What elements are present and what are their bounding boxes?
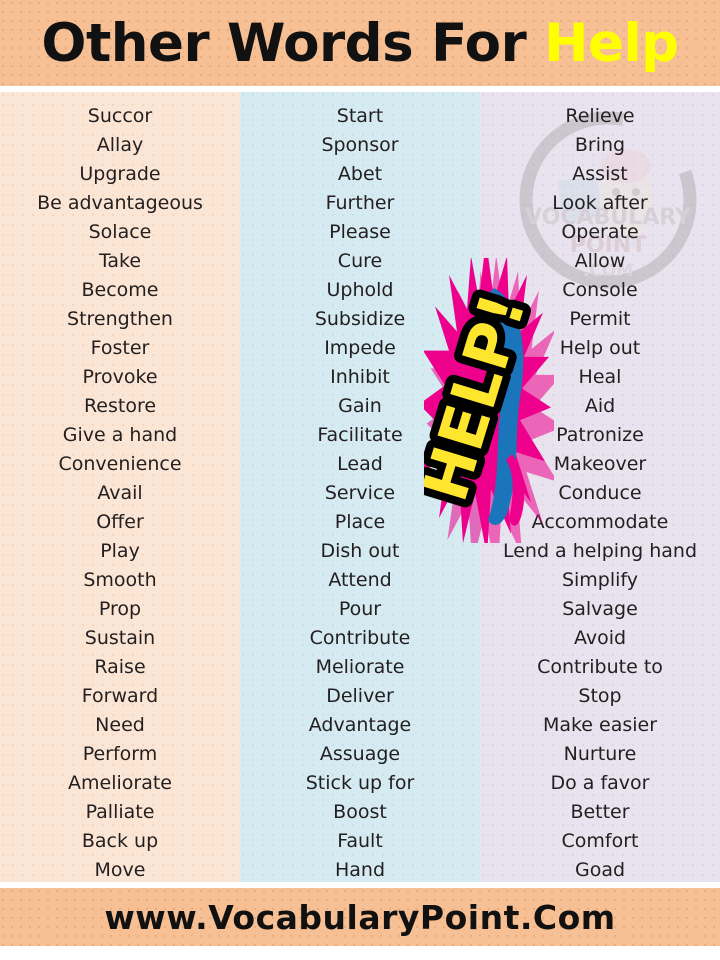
page-title-prefix: Other Words For [41, 12, 527, 74]
word-item: Accommodate [531, 511, 669, 533]
word-item: Move [94, 859, 146, 881]
word-item: Heal [578, 366, 622, 388]
poster-page: Other Words For Help Succor Allay Upgrade B… [0, 0, 720, 960]
word-item: Inhibit [330, 366, 390, 388]
word-item: Upgrade [79, 163, 161, 185]
word-item: Perform [82, 743, 158, 765]
word-item: Nurture [563, 743, 637, 765]
word-item: Need [95, 714, 145, 736]
word-item: Succor [87, 105, 153, 127]
word-item: Convenience [58, 453, 182, 475]
word-item: Goad [574, 859, 626, 881]
word-item: Please [329, 221, 391, 243]
word-item: Bring [574, 134, 626, 156]
word-list-3: Relieve Bring Assist Look after Operate Allow… [480, 102, 720, 882]
word-list-2: Start Sponsor Abet Further Please Cure Uphold S… [240, 102, 480, 882]
word-item: Avoid [573, 627, 627, 649]
word-item: Conduce [558, 482, 642, 504]
word-item: Give a hand [62, 424, 178, 446]
word-item: Restore [83, 395, 157, 417]
word-item: Back up [81, 830, 159, 852]
word-item: Salvage [562, 598, 638, 620]
word-list-1: Succor Allay Upgrade Be advantageous Solace T… [0, 102, 240, 882]
word-item: Allay [96, 134, 144, 156]
word-item: Abet [337, 163, 383, 185]
word-columns: Succor Allay Upgrade Be advantageous Solace T… [0, 92, 720, 882]
word-item: Smooth [83, 569, 157, 591]
word-item: Permit [569, 308, 631, 330]
word-item: Relieve [565, 105, 635, 127]
word-item: Deliver [326, 685, 394, 707]
word-item: Do a favor [550, 772, 650, 794]
word-item: Allow [574, 250, 626, 272]
page-title-highlight: Help [544, 12, 679, 74]
word-item: Take [98, 250, 142, 272]
word-item: Stop [578, 685, 622, 707]
word-item: Strengthen [67, 308, 173, 330]
word-item: Uphold [326, 279, 394, 301]
word-item: Fault [337, 830, 383, 852]
word-item: Boost [333, 801, 387, 823]
word-item: Assist [572, 163, 628, 185]
word-item: Comfort [561, 830, 639, 852]
word-column-1: Succor Allay Upgrade Be advantageous Solace T… [0, 92, 240, 882]
word-item: Become [81, 279, 159, 301]
word-item: Forward [81, 685, 159, 707]
word-item: Advantage [308, 714, 412, 736]
word-item: Hand [334, 859, 386, 881]
word-item: Ameliorate [68, 772, 172, 794]
word-item: Provoke [82, 366, 158, 388]
word-item: Contribute to [537, 656, 663, 678]
word-item: Prop [98, 598, 142, 620]
word-item: Help out [559, 337, 641, 359]
word-item: Foster [90, 337, 150, 359]
word-item: Dish out [320, 540, 400, 562]
word-item: Sponsor [321, 134, 399, 156]
word-item: Meliorate [315, 656, 405, 678]
word-item: Be advantageous [37, 192, 203, 214]
word-item: Contribute [309, 627, 411, 649]
footer-banner: www.VocabularyPoint.Com [0, 888, 720, 946]
word-item: Service [324, 482, 396, 504]
word-item: Lend a helping hand [502, 540, 698, 562]
header-banner: Other Words For Help [0, 0, 720, 86]
word-item: Assuage [319, 743, 401, 765]
word-item: Palliate [85, 801, 155, 823]
word-item: Place [334, 511, 386, 533]
word-item: Sustain [84, 627, 156, 649]
word-item: Raise [94, 656, 146, 678]
word-item: Solace [88, 221, 152, 243]
word-item: Make easier [542, 714, 658, 736]
word-item: Offer [96, 511, 144, 533]
word-item: Facilitate [317, 424, 403, 446]
page-title: Other Words For Help [41, 17, 679, 70]
word-item: Patronize [556, 424, 644, 446]
word-item: Cure [337, 250, 383, 272]
word-item: Avail [97, 482, 143, 504]
word-item: Subsidize [314, 308, 406, 330]
word-item: Makeover [553, 453, 647, 475]
word-item: Further [325, 192, 395, 214]
word-item: Lead [337, 453, 383, 475]
word-item: Impede [324, 337, 396, 359]
word-item: Console [562, 279, 638, 301]
word-item: Start [336, 105, 384, 127]
footer-website: www.VocabularyPoint.Com [104, 897, 616, 937]
word-column-2: Start Sponsor Abet Further Please Cure Uphold S… [240, 92, 480, 882]
word-column-3: VOCABULARY POINT .COM Relieve Bring Assist… [480, 92, 720, 882]
word-item: Stick up for [305, 772, 415, 794]
word-item: Better [570, 801, 630, 823]
word-item: Gain [338, 395, 382, 417]
word-item: Pour [338, 598, 382, 620]
word-item: Simplify [561, 569, 639, 591]
word-item: Aid [584, 395, 616, 417]
word-item: Play [100, 540, 140, 562]
word-item: Look after [552, 192, 648, 214]
word-item: Operate [561, 221, 639, 243]
word-item: Attend [328, 569, 392, 591]
